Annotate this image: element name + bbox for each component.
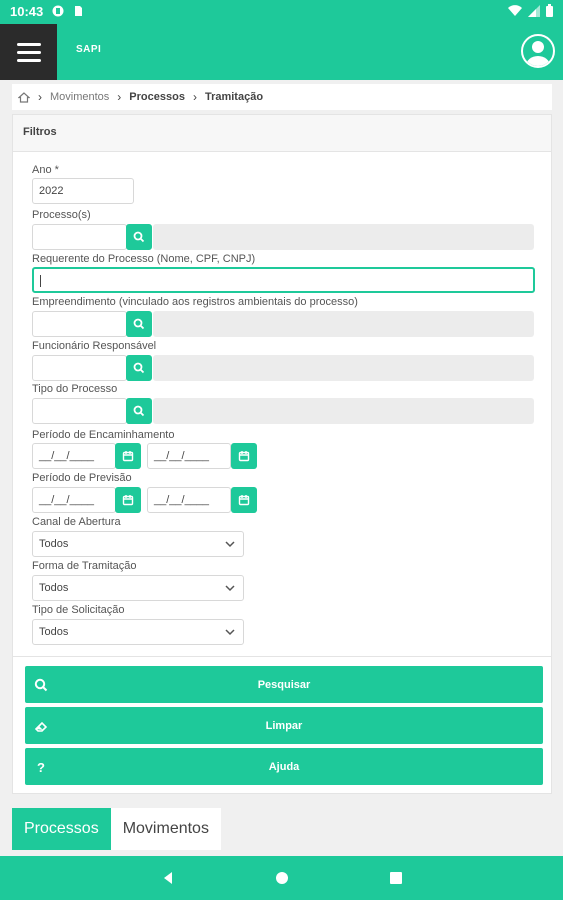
canal-abertura-value: Todos (39, 538, 69, 550)
menu-button[interactable] (0, 24, 57, 80)
clear-button-label: Limpar (265, 719, 303, 732)
home-icon[interactable] (18, 91, 30, 103)
forma-tramitacao-select[interactable]: Todos (32, 575, 244, 601)
menu-icon-line (16, 50, 41, 54)
help-button[interactable]: ? Ajuda (25, 748, 543, 785)
previsao-start-calendar-button[interactable] (115, 487, 141, 513)
tipo-processo-search-button[interactable] (126, 398, 152, 424)
home-circle-icon[interactable] (275, 871, 289, 885)
chevron-down-icon (225, 629, 235, 636)
calendar-icon (122, 451, 134, 462)
status-bar: 10:43 (0, 0, 563, 24)
tipo-solicitacao-value: Todos (39, 626, 69, 638)
encaminhamento-end-input[interactable]: __/__/____ (147, 443, 231, 469)
search-icon (133, 405, 145, 417)
battery-icon (546, 4, 553, 17)
tipo-processo-display (153, 398, 534, 424)
menu-icon-line (16, 42, 41, 46)
search-button[interactable]: Pesquisar (25, 666, 543, 703)
calendar-icon (122, 495, 134, 506)
notification-icon (52, 5, 64, 17)
forma-tramitacao-label: Forma de Tramitação (32, 560, 137, 572)
chevron-down-icon (225, 541, 235, 548)
forma-tramitacao-value: Todos (39, 582, 69, 594)
chevron-right-icon: › (192, 90, 197, 104)
encaminhamento-end-calendar-button[interactable] (231, 443, 257, 469)
app-logo: SAPI (76, 44, 102, 55)
processos-search-button[interactable] (126, 224, 152, 250)
empreendimento-search-button[interactable] (126, 311, 152, 337)
previsao-end-input[interactable]: __/__/____ (147, 487, 231, 513)
encaminhamento-start-calendar-button[interactable] (115, 443, 141, 469)
empreendimento-label: Empreendimento (vinculado aos registros … (32, 296, 358, 308)
processos-label: Processo(s) (32, 209, 91, 221)
previsao-start-input[interactable]: __/__/____ (32, 487, 116, 513)
breadcrumb-tramitacao: Tramitação (204, 91, 264, 103)
search-icon (33, 677, 49, 693)
requerente-label: Requerente do Processo (Nome, CPF, CNPJ) (32, 253, 256, 265)
filters-panel: Filtros Ano * 2022 Processo(s) Requerent… (12, 114, 552, 794)
canal-abertura-select[interactable]: Todos (32, 531, 244, 557)
filters-title: Filtros (13, 115, 551, 152)
ano-input[interactable]: 2022 (32, 178, 134, 204)
chevron-down-icon (225, 585, 235, 592)
tipo-solicitacao-label: Tipo de Solicitação (32, 604, 125, 616)
wifi-icon (508, 4, 522, 16)
processos-input[interactable] (32, 224, 127, 250)
avatar[interactable] (521, 34, 555, 68)
empreendimento-display (153, 311, 534, 337)
tipo-solicitacao-select[interactable]: Todos (32, 619, 244, 645)
periodo-encaminhamento-label: Período de Encaminhamento (32, 429, 175, 441)
tab-processos[interactable]: Processos (12, 808, 111, 850)
tab-movimentos[interactable]: Movimentos (110, 808, 221, 850)
sd-card-icon (75, 6, 82, 16)
chevron-right-icon: › (38, 90, 42, 104)
calendar-icon (238, 451, 250, 462)
menu-icon-line (16, 58, 41, 62)
breadcrumb-movimentos[interactable]: Movimentos (50, 91, 109, 103)
tipo-processo-label: Tipo do Processo (32, 383, 118, 395)
periodo-previsao-label: Período de Previsão (32, 472, 132, 484)
signal-icon (528, 4, 540, 17)
help-button-label: Ajuda (268, 760, 300, 773)
status-time: 10:43 (10, 4, 44, 19)
bottom-tabs: Processos Movimentos (12, 808, 221, 850)
funcionario-label: Funcionário Responsável (32, 340, 157, 352)
empreendimento-input[interactable] (32, 311, 127, 337)
system-nav-bar (0, 856, 563, 900)
search-icon (133, 318, 145, 330)
search-icon (133, 231, 145, 243)
funcionario-display (153, 355, 534, 381)
chevron-right-icon: › (117, 90, 122, 104)
requerente-input[interactable] (32, 267, 535, 293)
previsao-end-calendar-button[interactable] (231, 487, 257, 513)
encaminhamento-start-input[interactable]: __/__/____ (32, 443, 116, 469)
breadcrumb: › Movimentos › Processos › Tramitação (12, 84, 552, 110)
clear-button[interactable]: Limpar (25, 707, 543, 744)
user-icon (526, 41, 550, 66)
text-cursor (40, 275, 41, 287)
recents-icon[interactable] (389, 871, 403, 885)
back-icon[interactable] (161, 871, 175, 885)
app-bar: SAPI (0, 24, 563, 80)
funcionario-search-button[interactable] (126, 355, 152, 381)
breadcrumb-processos[interactable]: Processos (129, 91, 185, 103)
processos-display (153, 224, 534, 250)
calendar-icon (238, 495, 250, 506)
search-icon (133, 362, 145, 374)
tipo-processo-input[interactable] (32, 398, 127, 424)
eraser-icon (33, 718, 49, 734)
canal-abertura-label: Canal de Abertura (32, 516, 121, 528)
search-button-label: Pesquisar (257, 678, 311, 691)
question-icon: ? (37, 759, 45, 775)
funcionario-input[interactable] (32, 355, 127, 381)
ano-label: Ano * (32, 164, 59, 176)
divider (13, 656, 551, 657)
